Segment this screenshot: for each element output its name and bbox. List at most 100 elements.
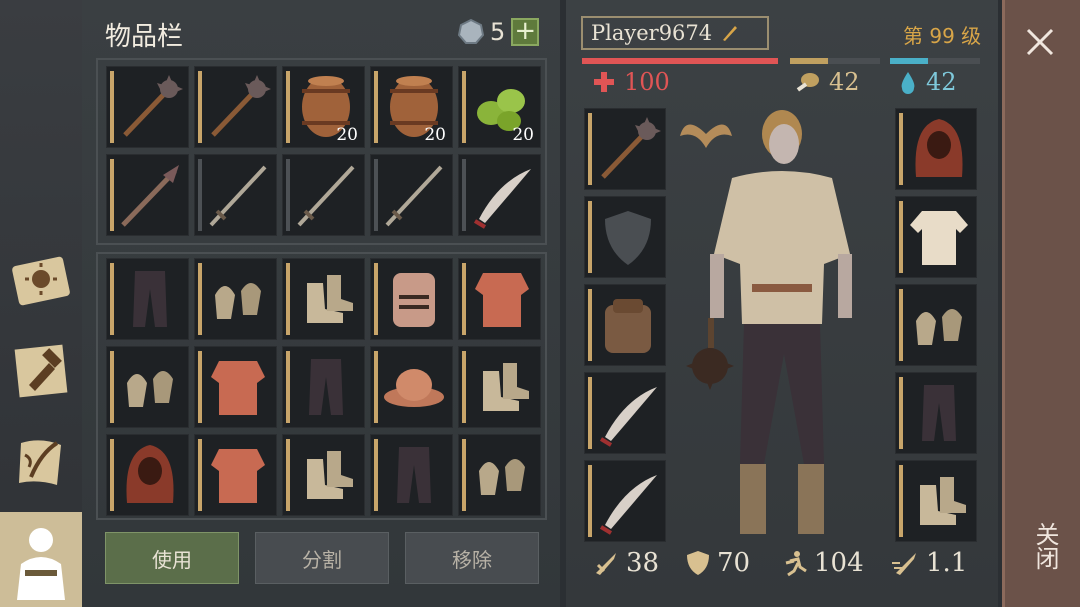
item-quantity: 20	[512, 125, 534, 145]
inventory-slot[interactable]	[194, 434, 277, 516]
equipment-slot-left[interactable]	[584, 196, 666, 278]
sword-icon	[209, 165, 267, 227]
equipment-slot-right[interactable]	[895, 460, 977, 542]
inventory-slot[interactable]	[282, 258, 365, 340]
equipment-slot-right[interactable]	[895, 284, 977, 366]
equipment-slot-right[interactable]	[895, 372, 977, 454]
gloves-icon	[479, 459, 525, 495]
journal-button[interactable]	[8, 430, 74, 496]
inventory-slot[interactable]	[458, 346, 541, 428]
inventory-slot[interactable]	[282, 434, 365, 516]
character-button[interactable]	[0, 512, 82, 607]
inventory-slot[interactable]	[106, 346, 189, 428]
inventory-slot[interactable]	[194, 258, 277, 340]
add-coins-button[interactable]: +	[511, 18, 540, 46]
inventory-slot[interactable]	[458, 434, 541, 516]
equipment-slot-left[interactable]	[584, 284, 666, 366]
boots-icon	[920, 477, 966, 525]
close-icon[interactable]	[1018, 20, 1062, 64]
health-cross-icon	[594, 72, 614, 92]
inventory-slot[interactable]	[194, 346, 277, 428]
fast-sword-icon	[892, 553, 916, 575]
sun-book-icon	[12, 256, 70, 306]
sidebar	[0, 0, 82, 607]
durability-bar	[286, 351, 290, 423]
inventory-slot[interactable]	[370, 434, 453, 516]
water-drop-icon	[901, 72, 915, 94]
durability-bar	[462, 159, 466, 231]
inventory-slot[interactable]: 20	[370, 66, 453, 148]
gloves-icon	[215, 283, 261, 319]
meat-icon	[796, 73, 819, 92]
speed-stat: 104	[780, 548, 864, 578]
equipment-slot-left[interactable]	[584, 460, 666, 542]
equipment-slot-left[interactable]	[584, 108, 666, 190]
inventory-slot[interactable]	[194, 154, 277, 236]
crafting-button[interactable]	[8, 338, 74, 404]
pants-icon	[309, 359, 343, 415]
equipment-slot-left[interactable]	[584, 372, 666, 454]
inventory-slot[interactable]	[458, 258, 541, 340]
character-silhouette-icon	[17, 527, 65, 600]
scimitar-icon	[599, 475, 657, 535]
durability-bar	[374, 159, 378, 231]
use-button[interactable]: 使用	[105, 532, 239, 584]
player-name-field[interactable]: Player9674	[581, 16, 769, 50]
shield-icon	[687, 551, 709, 575]
backpack-icon	[605, 299, 651, 353]
inventory-slot[interactable]	[370, 346, 453, 428]
gloves-icon	[127, 371, 173, 407]
durability-bar	[462, 263, 466, 335]
inventory-slot[interactable]	[106, 154, 189, 236]
player-name: Player9674	[591, 21, 713, 45]
inventory-slot[interactable]	[106, 66, 189, 148]
durability-bar	[374, 351, 378, 423]
durability-bar	[374, 439, 378, 511]
durability-bar	[899, 289, 903, 361]
durability-bar	[899, 465, 903, 537]
remove-button[interactable]: 移除	[405, 532, 539, 584]
durability-bar	[374, 263, 378, 335]
hat-icon	[384, 369, 444, 407]
food-value: 42	[829, 68, 860, 96]
inventory-slot[interactable]	[458, 154, 541, 236]
mace-icon	[601, 117, 661, 179]
boots-icon	[307, 275, 353, 323]
durability-bar	[462, 439, 466, 511]
durability-bar	[462, 71, 466, 143]
inventory-slot[interactable]: 20	[458, 66, 541, 148]
attack-speed-value: 1.1	[926, 548, 968, 578]
inventory-slot[interactable]	[282, 346, 365, 428]
shirt-icon	[910, 211, 968, 265]
coin-icon	[458, 19, 484, 44]
inventory-slot[interactable]	[194, 66, 277, 148]
inventory-slot[interactable]: 20	[282, 66, 365, 148]
inventory-slot[interactable]	[106, 258, 189, 340]
scimitar-icon	[599, 387, 657, 447]
helmet-icon	[393, 273, 435, 327]
equipment-slot-right[interactable]	[895, 108, 977, 190]
mace-icon	[211, 75, 271, 137]
attack-value: 38	[626, 548, 660, 578]
inventory-slot[interactable]	[370, 154, 453, 236]
shield-empty-icon	[605, 211, 651, 265]
equipment-slot-right[interactable]	[895, 196, 977, 278]
durability-bar	[374, 71, 378, 143]
durability-bar	[899, 201, 903, 273]
coin-counter: 5 +	[458, 18, 540, 46]
pants-icon	[922, 385, 956, 441]
mace-icon	[123, 75, 183, 137]
split-button[interactable]: 分割	[255, 532, 389, 584]
durability-bar	[110, 439, 114, 511]
durability-bar	[110, 71, 114, 143]
inventory-slot[interactable]	[282, 154, 365, 236]
close-button[interactable]: 关闭	[1028, 522, 1063, 570]
health-bar	[582, 58, 778, 64]
skills-book-button[interactable]	[8, 246, 74, 312]
inventory-slot[interactable]	[370, 258, 453, 340]
sword-icon	[297, 165, 355, 227]
durability-bar	[198, 71, 202, 143]
coin-count: 5	[490, 18, 506, 46]
inventory-slot[interactable]	[106, 434, 189, 516]
gloves-icon	[916, 309, 962, 345]
